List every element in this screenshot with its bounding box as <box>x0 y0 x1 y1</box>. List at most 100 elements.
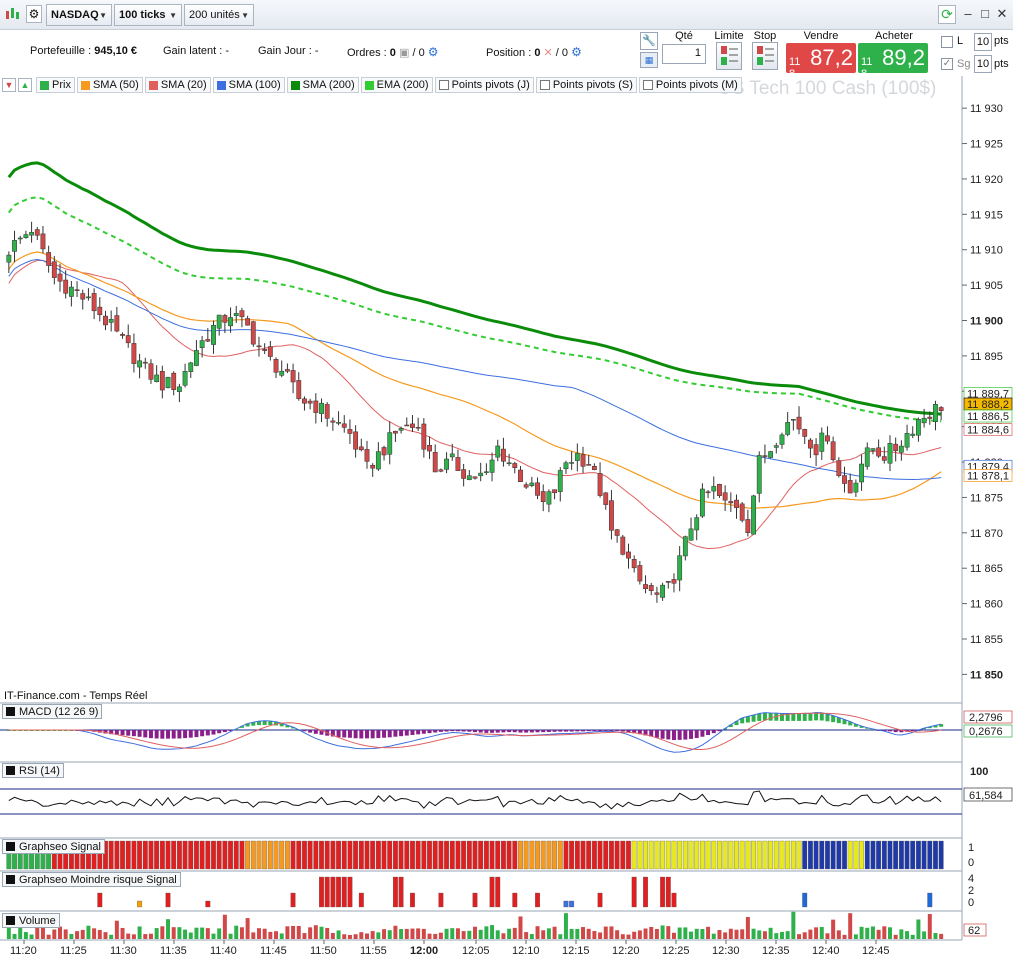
legend-item-sma-200[interactable]: SMA (200) <box>286 77 359 93</box>
volume-bar <box>228 933 233 939</box>
candle-body <box>773 445 779 448</box>
legend-item-sma-100[interactable]: SMA (100) <box>212 77 285 93</box>
x-tick-label: 12:30 <box>712 945 740 957</box>
legend-checkbox[interactable] <box>642 80 653 90</box>
signal-bar <box>313 840 319 870</box>
macd-histogram-bar <box>148 730 153 739</box>
signal-bar <box>466 840 472 870</box>
signal-bar <box>279 840 285 870</box>
signal-title-text: Graphseo Signal <box>19 840 101 853</box>
volume-bar <box>689 931 694 939</box>
candle-body <box>620 536 626 555</box>
signal-bar <box>893 840 899 870</box>
signal-bar <box>637 840 643 870</box>
macd-histogram-bar <box>689 730 694 739</box>
volume-bar <box>700 929 705 939</box>
signal-bar <box>353 840 359 870</box>
legend-checkbox[interactable] <box>438 80 449 90</box>
risk-signal-bar <box>319 876 324 908</box>
risk-signal-bar <box>489 876 495 908</box>
risk-pane-title[interactable]: Graphseo Moindre risque Signal <box>2 872 181 887</box>
volume-bar <box>114 920 119 939</box>
y-tick-label: 11 850 <box>970 669 1003 681</box>
candle-body <box>114 315 120 332</box>
legend-item-sma-20[interactable]: SMA (20) <box>144 77 211 93</box>
macd-histogram-bar <box>188 730 193 738</box>
volume-bar <box>251 932 256 939</box>
volume-bar <box>205 928 210 939</box>
x-tick-label: 11:30 <box>110 945 137 957</box>
signal-bar <box>933 840 938 870</box>
legend-item-ema-200[interactable]: EMA (200) <box>360 77 433 93</box>
signal-bar <box>751 840 756 870</box>
signal-bar <box>745 840 751 870</box>
candle-body <box>245 318 251 326</box>
legend-item-sma-50[interactable]: SMA (50) <box>76 77 143 93</box>
signal-bar <box>455 840 461 870</box>
legend-item-prix[interactable]: Prix <box>36 77 75 93</box>
indicator-legend: ▼ ▲ Prix SMA (50) SMA (20) SMA (100) SMA (20… <box>0 76 960 94</box>
volume-bar <box>63 929 68 939</box>
signal-bar <box>194 840 199 870</box>
signal-bar <box>501 840 506 870</box>
candle-body <box>563 462 569 470</box>
candle-body <box>103 315 108 326</box>
volume-bar <box>933 933 938 939</box>
trading-window: ⚙ NASDAQ ▼ 100 ticks ▼ 200 unités ▼ ⟳ – … <box>0 0 1013 957</box>
signal-bar <box>790 840 796 870</box>
candle-body <box>580 454 586 467</box>
volume-bar <box>683 927 688 939</box>
candle-body <box>154 374 160 382</box>
legend-item-points-pivots-s[interactable]: Points pivots (S) <box>535 77 637 93</box>
candle-body <box>273 359 279 373</box>
volume-bar <box>143 934 148 939</box>
risk-bottom-label: 0 <box>968 897 974 909</box>
candle-body <box>859 463 864 483</box>
volume-bar <box>188 932 193 939</box>
volume-bar <box>285 926 290 939</box>
rsi-title-text: RSI (14) <box>19 764 60 777</box>
volume-bar <box>171 927 176 939</box>
macd-histogram-bar <box>802 713 807 721</box>
legend-checkbox[interactable] <box>539 80 550 90</box>
macd-histogram-bar <box>308 730 313 733</box>
volume-bar <box>814 927 819 939</box>
signal-bar <box>341 840 347 870</box>
candle-body <box>307 400 313 404</box>
macd-histogram-bar <box>671 730 676 741</box>
volume-pane-title[interactable]: Volume <box>2 913 60 928</box>
candle-body <box>495 445 501 458</box>
legend-item-points-pivots-m[interactable]: Points pivots (M) <box>638 77 742 93</box>
legend-item-points-pivots-j[interactable]: Points pivots (J) <box>434 77 534 93</box>
macd-pane-title[interactable]: MACD (12 26 9) <box>2 704 103 719</box>
macd-histogram-bar <box>888 730 892 732</box>
volume-bar <box>512 927 517 939</box>
candle-body <box>199 340 205 349</box>
price-chart[interactable]: 11 930 11 925 11 920 11 915 11 910 11 905 11 9… <box>0 0 1013 957</box>
volume-value: 62 <box>968 925 980 937</box>
x-tick-label: 11:25 <box>60 945 87 957</box>
candle-body <box>313 400 319 413</box>
volume-bar <box>80 929 85 939</box>
candle-body <box>512 463 518 468</box>
volume-bar <box>319 926 324 939</box>
candle-body <box>705 491 711 494</box>
arrow-up-icon[interactable]: ▲ <box>18 78 32 92</box>
volume-bar <box>40 926 45 939</box>
arrow-down-icon[interactable]: ▼ <box>2 78 16 92</box>
candle-body <box>290 370 296 383</box>
candle-body <box>182 371 188 386</box>
macd-histogram-bar <box>433 730 438 733</box>
rsi-pane-title[interactable]: RSI (14) <box>2 763 64 778</box>
risk-signal-bar <box>671 892 677 908</box>
signal-bar <box>176 840 182 870</box>
y-tick-label: 11 865 <box>970 563 1003 575</box>
macd-histogram-bar <box>757 713 762 721</box>
macd-histogram-bar <box>302 730 307 732</box>
volume-bar <box>23 932 28 939</box>
signal-bar <box>563 840 569 870</box>
macd-histogram-bar <box>427 730 432 734</box>
signal-pane-title[interactable]: Graphseo Signal <box>2 839 105 854</box>
candle-body <box>29 232 34 236</box>
volume-bar <box>217 928 222 939</box>
